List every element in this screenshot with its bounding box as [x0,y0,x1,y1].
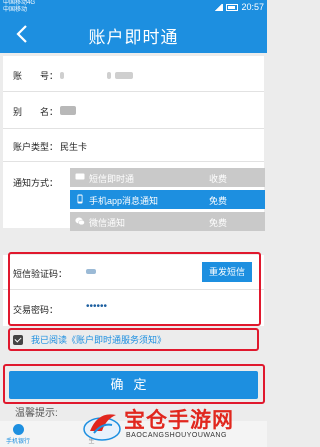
highlight-box-verify [8,252,261,326]
account-number-masked [60,70,134,80]
account-type-row: 账户类型： 民生卡 [3,129,264,162]
sms-icon [75,173,85,180]
status-right: 20:57 [214,2,264,12]
watermark-logo-icon [83,414,121,441]
status-bar: 中国移动4G 中国移动 20:57 [0,0,267,14]
agreement-checkbox[interactable] [13,334,23,345]
notify-label: 通知方式： [13,178,59,188]
account-label: 账 号： [13,71,59,81]
notify-option-sms[interactable]: 短信即时通 收费 [70,168,265,187]
alias-label: 别 名： [13,107,59,117]
yen-icon [12,424,24,435]
battery-icon [226,3,239,11]
notify-option-name: 短信即时通 [89,174,135,184]
title-bar: 账户即时通 [0,14,267,53]
confirm-button[interactable]: 确定 [9,371,258,399]
notify-option-name: 手机app消息通知 [89,196,159,206]
clock: 20:57 [241,2,264,12]
notify-option-app[interactable]: 手机app消息通知 免费 [70,190,265,209]
alias-masked [60,105,76,116]
watermark-text-en: BAOCANGSHOUYOUWANG [126,432,227,439]
phone-icon [77,194,83,204]
tab-mobile-banking[interactable]: 手机银行 [6,424,30,445]
account-type-label: 账户类型： [13,142,59,152]
carrier-1: 中国移动4G [3,0,36,6]
tips-label: 温馨提示: [15,408,58,419]
notify-option-wechat[interactable]: 微信通知 免费 [70,212,265,231]
alias-row: 别 名： [3,92,264,129]
notify-option-name: 微信通知 [89,218,126,228]
wechat-icon [75,217,85,226]
account-info-card: 账 号： 别 名： 账户类型： 民生卡 通知方式： 短信即时通 收费 手机app… [3,56,265,231]
watermark-text-cn: 宝仓手游网 [124,408,234,432]
tab-label: 手机银行 [6,439,31,445]
account-type-value: 民生卡 [60,142,88,152]
carrier-2: 中国移动 [3,7,28,13]
carrier-info: 中国移动4G 中国移动 [3,0,35,14]
notify-option-fee: 免费 [208,196,227,206]
account-row: 账 号： [3,56,264,92]
site-watermark: 宝仓手游网 BAOCANGSHOUYOUWANG [82,403,264,445]
notify-option-fee: 免费 [208,218,227,228]
agreement-row[interactable]: 我已阅读《账户即时通服务须知》 [13,333,166,346]
agreement-link[interactable]: 我已阅读《账户即时通服务须知》 [31,333,166,346]
page-title: 账户即时通 [88,28,179,47]
notify-option-fee: 收费 [208,174,227,184]
notify-row: 通知方式： 短信即时通 收费 手机app消息通知 免费 微信通知 免费 [3,162,265,231]
signal-icon [214,3,224,11]
